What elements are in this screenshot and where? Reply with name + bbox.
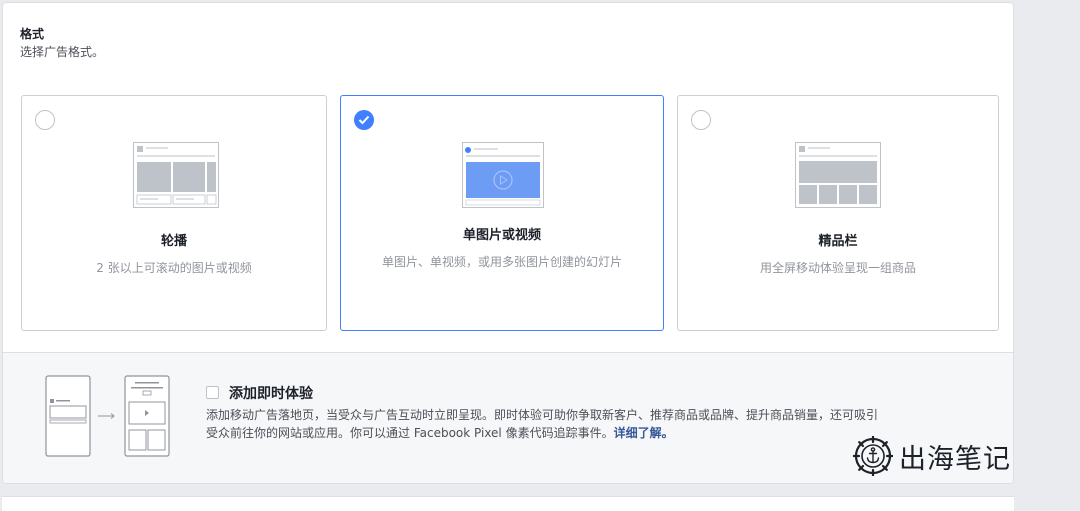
- single-image-radio[interactable]: [354, 110, 374, 130]
- card-title: 轮播: [160, 234, 187, 249]
- description-line-2-text: 受众前往你的网站或应用。你可以通过 Facebook Pixel 像素代码追踪事…: [206, 426, 614, 440]
- card-title: 单图片或视频: [462, 228, 541, 243]
- format-card-single-image-video[interactable]: 单图片或视频 单图片、单视频，或用多张图片创建的幻灯片: [340, 95, 664, 331]
- format-card-collection[interactable]: 精品栏 用全屏移动体验呈现一组商品: [677, 95, 999, 331]
- checkmark-icon: [358, 115, 370, 125]
- carousel-radio[interactable]: [35, 110, 55, 130]
- description-line-1: 添加移动广告落地页，当受众与广告互动时立即呈现。即时体验可助你争取新客户、推荐商…: [206, 408, 879, 422]
- collection-radio[interactable]: [691, 110, 711, 130]
- next-panel-edge: [2, 496, 1014, 511]
- section-title: 格式: [20, 27, 45, 41]
- watermark-text: 出海笔记: [899, 443, 1011, 475]
- instant-experience-checkbox[interactable]: [206, 386, 219, 399]
- watermark: 出海笔记: [853, 436, 1011, 476]
- collection-illustration-icon: [795, 142, 881, 208]
- card-title: 精品栏: [818, 234, 858, 249]
- instant-experience-title: 添加即时体验: [229, 386, 313, 402]
- card-description: 用全屏移动体验呈现一组商品: [759, 261, 916, 275]
- instant-experience-illustration-icon: [45, 375, 170, 457]
- section-subtitle: 选择广告格式。: [20, 45, 105, 59]
- ship-wheel-anchor-icon: [853, 436, 893, 476]
- carousel-illustration-icon: [133, 142, 219, 208]
- card-description: 单图片、单视频，或用多张图片创建的幻灯片: [381, 255, 622, 269]
- single-image-illustration-icon: [462, 142, 544, 208]
- format-card-carousel[interactable]: 轮播 2 张以上可滚动的图片或视频: [21, 95, 327, 331]
- ad-format-panel: 格式 选择广告格式。 轮播 2 张以上可滚动的图片或视频 单图片或视频 单图片、…: [2, 2, 1014, 484]
- card-description: 2 张以上可滚动的图片或视频: [96, 261, 252, 275]
- learn-more-link[interactable]: 详细了解。: [614, 426, 674, 440]
